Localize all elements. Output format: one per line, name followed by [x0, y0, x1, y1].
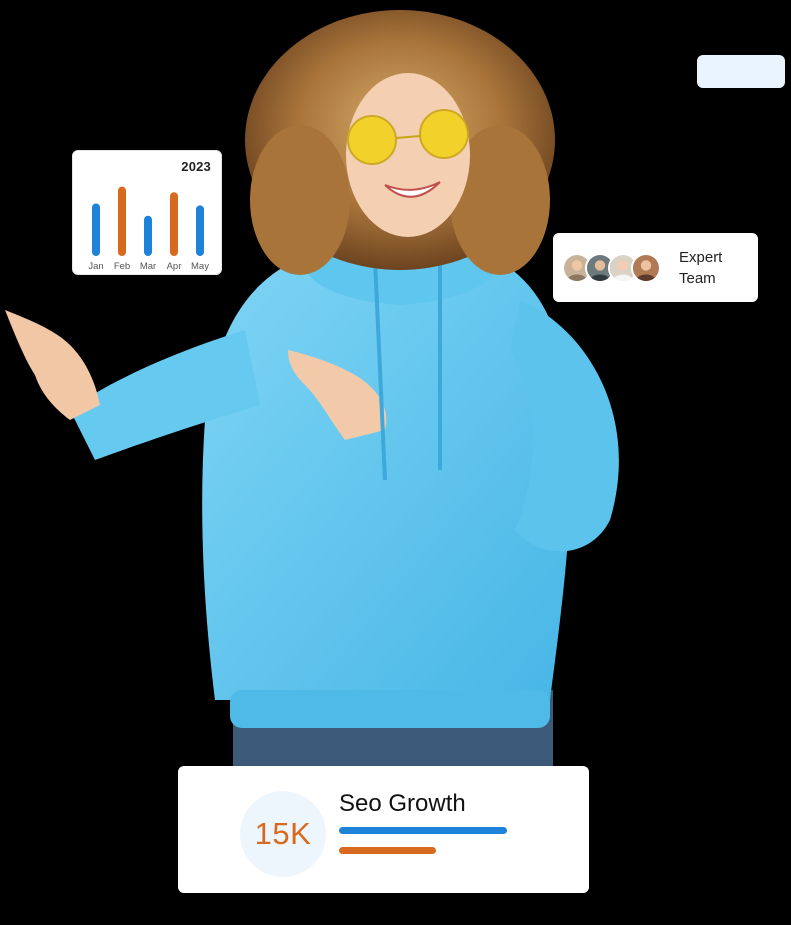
chart-tick-label: May	[191, 261, 209, 272]
team-label-line2: Team	[679, 270, 716, 287]
chart-bar-apr	[170, 192, 178, 256]
hero-stage: Jan Feb Mar Apr May 2023 Expert Team 15K	[0, 0, 791, 925]
chart-year: 2023	[181, 159, 211, 174]
chart-tick-label: Feb	[114, 261, 130, 272]
seo-value: 15K	[254, 816, 312, 851]
team-label: Expert Team	[679, 247, 722, 289]
seo-value-circle: 15K	[240, 791, 326, 877]
team-label-line1: Expert	[679, 249, 723, 266]
seo-progress-bar-blue	[339, 827, 507, 834]
chart-bar-mar	[144, 215, 152, 256]
avatar	[631, 253, 661, 283]
chart-bar-feb	[118, 186, 126, 256]
expert-team-card: Expert Team	[553, 233, 758, 302]
chart-bar-may	[196, 205, 204, 256]
monthly-chart-card: Jan Feb Mar Apr May 2023	[72, 150, 222, 275]
chart-tick-label: Mar	[140, 261, 156, 272]
chart-tick-label: Jan	[88, 261, 103, 272]
chart-tick-label: Apr	[167, 261, 182, 272]
chart-bar-jan	[92, 203, 100, 256]
seo-title: Seo Growth	[339, 790, 466, 817]
seo-growth-card: 15K Seo Growth	[178, 766, 589, 893]
seo-progress-bar-orange	[339, 847, 437, 854]
